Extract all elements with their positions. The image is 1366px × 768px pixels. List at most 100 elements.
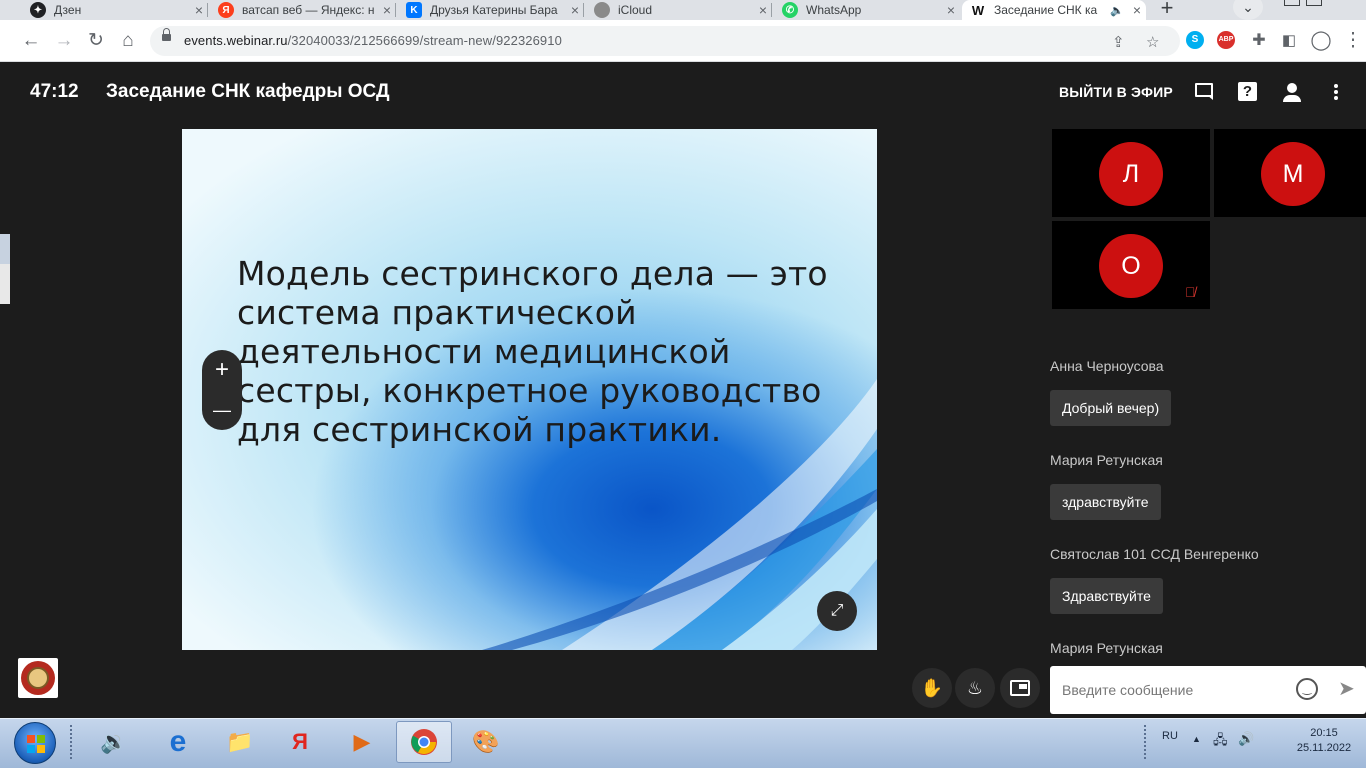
browser-tab-bar: ✦ Дзен × Я ватсап веб — Яндекс: н × K Др…	[0, 0, 1366, 20]
webinar-app: 47:12 Заседание СНК кафедры ОСД ВЫЙТИ В …	[0, 62, 1366, 718]
volume-app-icon[interactable]: 🔉	[86, 721, 142, 763]
restore-window-icon[interactable]	[1306, 0, 1322, 6]
fullscreen-button[interactable]: ⤢	[817, 591, 857, 631]
side-panel-icon[interactable]: ◧	[1276, 28, 1302, 54]
tab-separator	[771, 3, 772, 17]
forward-icon[interactable]: →	[51, 28, 77, 54]
message-bubble: Добрый вечер)	[1050, 390, 1172, 426]
close-icon[interactable]: ×	[566, 2, 584, 18]
go-live-button[interactable]: ВЫЙТИ В ЭФИР	[1059, 84, 1173, 100]
minimize-window-icon[interactable]	[1284, 0, 1300, 6]
message-placeholder: Введите сообщение	[1062, 682, 1194, 698]
avatar: О	[1099, 234, 1163, 298]
tab-yandex-search[interactable]: Я ватсап веб — Яндекс: н ×	[210, 0, 396, 20]
start-button[interactable]	[14, 722, 56, 764]
close-icon[interactable]: ×	[754, 2, 772, 18]
raise-hand-button[interactable]: ✋	[912, 668, 952, 708]
participant-tile[interactable]: М	[1214, 129, 1366, 217]
picture-in-picture-button[interactable]	[1000, 668, 1040, 708]
back-icon[interactable]: ←	[18, 28, 44, 54]
flag-red	[27, 735, 35, 743]
new-tab-button[interactable]: +	[1152, 0, 1182, 22]
dzen-icon: ✦	[30, 2, 46, 18]
show-hidden-icons[interactable]: ▲	[1192, 734, 1201, 744]
hand-icon: ✋	[920, 678, 944, 698]
tab-whatsapp[interactable]: ✆ WhatsApp ×	[774, 0, 960, 20]
logo-emblem	[27, 667, 49, 689]
participant-tile[interactable]: Л	[1052, 129, 1210, 217]
webinar-title: Заседание СНК кафедры ОСД	[106, 81, 390, 102]
tab-title: iCloud	[618, 3, 653, 17]
address-bar[interactable]: events.webinar.ru/32040033/212566699/str…	[150, 26, 1180, 56]
person-icon	[1287, 83, 1297, 93]
zoom-in-button[interactable]: +	[202, 350, 242, 390]
chat-toggle-button[interactable]	[1192, 80, 1216, 104]
bookmark-star-icon[interactable]: ☆	[1146, 33, 1159, 51]
close-icon[interactable]: ×	[942, 2, 960, 18]
avatar: Л	[1099, 142, 1163, 206]
flag-green	[37, 735, 45, 743]
url-text[interactable]: events.webinar.ru/32040033/212566699/str…	[184, 33, 562, 48]
chrome-logo	[411, 729, 437, 755]
speaker-icon[interactable]: 🔈	[1110, 4, 1124, 17]
media-player-icon[interactable]: ▶	[334, 721, 390, 763]
zoom-out-button[interactable]: —	[202, 390, 242, 430]
tab-dzen[interactable]: ✦ Дзен ×	[22, 0, 208, 20]
lock-icon[interactable]	[162, 28, 171, 41]
close-icon[interactable]: ×	[378, 2, 396, 18]
emoji-icon[interactable]: ‿	[1296, 678, 1318, 700]
internet-explorer-icon[interactable]: e	[150, 721, 206, 763]
participants-button[interactable]	[1280, 80, 1304, 104]
whatsapp-icon: ✆	[782, 2, 798, 18]
chrome-icon[interactable]	[396, 721, 452, 763]
webinar-icon: W	[970, 2, 986, 18]
message-bubble: здравствуйте	[1050, 484, 1161, 520]
mic-muted-icon: 🎙̸	[1185, 284, 1196, 300]
tab-title: Дзен	[54, 3, 82, 17]
network-icon[interactable]: 🖧	[1213, 731, 1228, 753]
participant-tile[interactable]: О 🎙̸	[1052, 221, 1210, 309]
avatar: М	[1261, 142, 1325, 206]
reaction-button[interactable]: ♨	[955, 668, 995, 708]
tab-separator	[207, 3, 208, 17]
paint-icon[interactable]: 🎨	[458, 721, 514, 763]
tab-separator	[395, 3, 396, 17]
clock[interactable]: 20:15 25.11.2022	[1296, 726, 1352, 756]
background-window-edge	[0, 264, 10, 304]
close-icon[interactable]: ×	[1128, 2, 1146, 18]
adblock-icon[interactable]: ABP	[1217, 31, 1235, 49]
message-author: Мария Ретунская	[1050, 640, 1163, 656]
flag-yellow	[37, 745, 45, 753]
yandex-icon: Я	[218, 2, 234, 18]
tab-webinar[interactable]: W Заседание СНК ка 🔈 ×	[962, 0, 1146, 20]
more-vert-icon	[1334, 84, 1338, 88]
yandex-browser-icon[interactable]: Я	[272, 721, 328, 763]
tab-vk[interactable]: K Друзья Катерины Бара ×	[398, 0, 584, 20]
windows-logo-icon	[27, 735, 45, 753]
message-input[interactable]: Введите сообщение ‿ ➤	[1050, 666, 1366, 714]
expand-icon: ⤢	[830, 602, 844, 619]
home-icon[interactable]: ⌂	[115, 28, 141, 54]
tab-icloud[interactable]: iCloud ×	[586, 0, 772, 20]
presentation-slide: Модель сестринского дела — это система п…	[182, 129, 877, 650]
skype-icon[interactable]: S	[1186, 31, 1204, 49]
volume-icon[interactable]: 🔊	[1238, 731, 1254, 747]
help-button[interactable]: ?	[1235, 80, 1259, 104]
tab-title: Заседание СНК ка	[994, 3, 1098, 17]
reload-icon[interactable]: ↻	[83, 28, 109, 54]
profile-avatar-icon[interactable]: ◯	[1308, 28, 1334, 54]
tab-search-button[interactable]: ⌄	[1233, 0, 1263, 20]
fire-icon: ♨	[966, 678, 984, 698]
language-indicator[interactable]: RU	[1162, 730, 1178, 742]
taskbar-grip[interactable]	[1144, 725, 1150, 759]
file-explorer-icon[interactable]: 📁	[212, 721, 268, 763]
more-menu-button[interactable]	[1324, 80, 1348, 104]
share-icon[interactable]: ⇪	[1112, 33, 1125, 51]
send-icon[interactable]: ➤	[1338, 676, 1355, 701]
browser-menu-icon[interactable]: ⋮	[1340, 28, 1366, 54]
clock-date: 25.11.2022	[1296, 742, 1352, 754]
taskbar-grip[interactable]	[70, 725, 76, 759]
close-icon[interactable]: ×	[190, 2, 208, 18]
extensions-puzzle-icon[interactable]: ✚	[1246, 28, 1272, 54]
slide-text: Модель сестринского дела — это система п…	[237, 254, 828, 449]
